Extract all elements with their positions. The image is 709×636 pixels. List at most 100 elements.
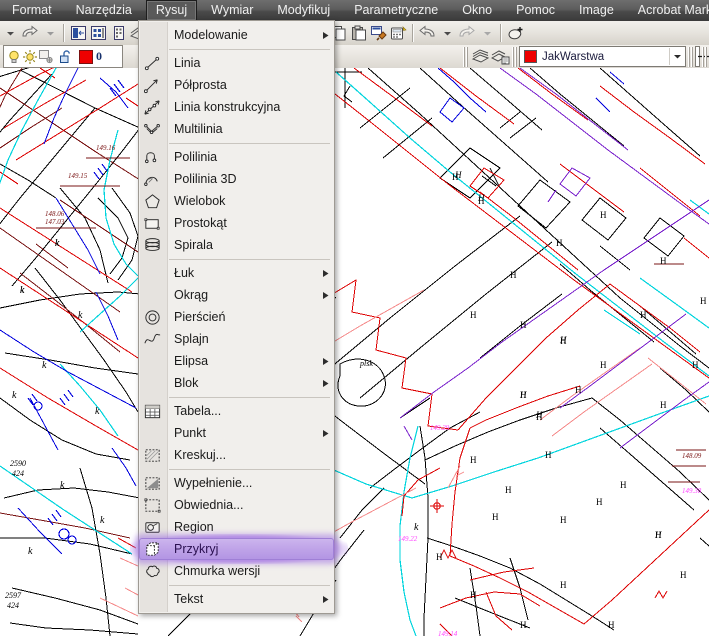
building-marker: H	[478, 196, 485, 206]
menubar-item-acrobat-markups[interactable]: Acrobat Markups	[628, 0, 709, 21]
no-icon	[139, 372, 166, 394]
building-marker: H	[680, 570, 687, 580]
redo2-icon[interactable]	[457, 23, 477, 43]
menu-item-polilinia-3d[interactable]: Polilinia 3D	[139, 168, 334, 190]
lightbulb-on-icon[interactable]	[6, 49, 22, 65]
menu-item-label: Wielobok	[174, 194, 226, 208]
menu-item-modelowanie[interactable]: Modelowanie	[139, 24, 334, 46]
building-marker: H	[556, 238, 563, 248]
menubar-item-modyfikuj[interactable]: Modyfikuj	[267, 0, 340, 21]
menubar-item-okno[interactable]: Okno	[452, 0, 502, 21]
menubar-item-narz-dzia[interactable]: Narzędzia	[66, 0, 142, 21]
menu-item-label: Punkt	[174, 426, 206, 440]
menu-item-blok[interactable]: Blok	[139, 372, 334, 394]
boundary-icon	[139, 494, 166, 516]
redo-arrow-dropdown-icon[interactable]	[477, 23, 497, 43]
undo-arrow-dropdown-icon[interactable]	[437, 23, 457, 43]
menu-item-pierścień[interactable]: Pierścień	[139, 306, 334, 328]
redo-dropdown-icon[interactable]	[40, 23, 60, 43]
menu-item-region[interactable]: Region	[139, 516, 334, 538]
drawing-canvas[interactable]: 149.15 148.06 147.03 149.16 k k H H H H H H 149.29 14…	[0, 68, 709, 636]
menu-item-chmurka-wersji[interactable]: Chmurka wersji	[139, 560, 334, 582]
layers-icon[interactable]	[470, 47, 490, 67]
layer-state-panel[interactable]: 0	[3, 45, 123, 68]
layer-properties-icon[interactable]	[68, 23, 88, 43]
survey-point-marker: k	[95, 406, 100, 417]
menu-item-spirala[interactable]: Spirala	[139, 234, 334, 256]
menu-item-łuk[interactable]: Łuk	[139, 262, 334, 284]
menubar-item-parametryczne[interactable]: Parametryczne	[344, 0, 448, 21]
layer-color-swatch[interactable]	[79, 49, 93, 64]
toolbar-grip-3[interactable]	[688, 46, 693, 67]
revcloud-icon	[139, 560, 166, 582]
menu-item-półprosta[interactable]: Półprosta	[139, 74, 334, 96]
layer-states-icon[interactable]	[108, 23, 128, 43]
toolbar-grip-4[interactable]	[702, 46, 707, 67]
menu-item-prostokąt[interactable]: Prostokąt	[139, 212, 334, 234]
rysuj-dropdown-menu[interactable]: Modelowanie Linia Półprosta Linia konstrukc…	[130, 20, 348, 614]
menu-item-linia[interactable]: Linia	[139, 52, 334, 74]
toolbar-grip-2[interactable]	[512, 46, 517, 67]
building-marker: H	[600, 210, 607, 220]
layer-manager-icon[interactable]	[88, 23, 108, 43]
menubar-item-image[interactable]: Image	[569, 0, 624, 21]
chevron-down-icon[interactable]	[669, 48, 685, 65]
menu-item-multilinia[interactable]: Multilinia	[139, 118, 334, 140]
building-marker: H	[575, 385, 582, 395]
menu-item-tabela[interactable]: Tabela...	[139, 400, 334, 422]
donut-icon	[139, 306, 166, 328]
menubar-item-rysuj[interactable]: Rysuj	[145, 0, 198, 22]
survey-point-marker: k	[100, 515, 105, 526]
submenu-arrow-icon	[318, 357, 334, 366]
undo-icon[interactable]	[417, 23, 437, 43]
menu-item-linia-konstrukcyjna[interactable]: Linia konstrukcyjna	[139, 96, 334, 118]
cad-drawing: 149.15 148.06147.03 149.16 k k H H H H H H 149.29 14…	[0, 68, 709, 636]
menu-item-okrąg[interactable]: Okrąg	[139, 284, 334, 306]
toolbar-grip[interactable]	[463, 46, 468, 67]
menu-item-wielobok[interactable]: Wielobok	[139, 190, 334, 212]
layer-color-combo[interactable]: JakWarstwa	[519, 46, 686, 67]
map-label: 147.03	[45, 218, 65, 226]
menu-item-kreskuj[interactable]: Kreskuj...	[139, 444, 334, 466]
menu-item-wypełnienie[interactable]: Wypełnienie...	[139, 472, 334, 494]
submenu-arrow-icon	[318, 291, 334, 300]
survey-point-marker: k	[78, 310, 83, 321]
undo-dropdown-icon[interactable]	[0, 23, 20, 43]
helix-icon	[139, 234, 166, 256]
redo-icon[interactable]	[20, 23, 40, 43]
menu-item-tekst[interactable]: Tekst	[139, 588, 334, 610]
menu-item-przykryj[interactable]: Przykryj	[139, 538, 334, 560]
menu-item-splajn[interactable]: Splajn	[139, 328, 334, 350]
lock-open-icon[interactable]	[58, 49, 74, 65]
menu-item-polilinia[interactable]: Polilinia	[139, 146, 334, 168]
canvas-annotations: 149.15 148.06147.03 149.16 k k H H H H H H 149.29 14…	[5, 144, 707, 636]
paste-icon[interactable]	[349, 23, 369, 43]
hatch-icon	[139, 444, 166, 466]
matchprop-icon[interactable]	[369, 23, 389, 43]
building-marker: H	[620, 480, 627, 490]
survey-point-marker: k	[414, 522, 419, 533]
menu-item-label: Polilinia	[174, 150, 218, 164]
building-marker: H	[520, 320, 527, 330]
menu-item-label: Chmurka wersji	[174, 564, 261, 578]
sun-freeze-icon[interactable]	[22, 49, 38, 65]
menubar-item-pomoc[interactable]: Pomoc	[506, 0, 565, 21]
map-label: 2597	[5, 591, 22, 600]
building-marker: H	[470, 590, 477, 600]
freeze-viewport-icon[interactable]	[38, 49, 54, 65]
submenu-arrow-icon	[318, 429, 334, 438]
table-icon	[139, 400, 166, 422]
menubar-item-format[interactable]: Format	[2, 0, 62, 21]
survey-point-marker: k	[28, 546, 33, 557]
menu-item-punkt[interactable]: Punkt	[139, 422, 334, 444]
building-marker: H	[510, 270, 517, 280]
quickcalc-icon[interactable]	[389, 23, 409, 43]
menu-item-label: Blok	[174, 376, 199, 390]
pan-icon[interactable]	[505, 23, 525, 43]
survey-point-marker: k	[55, 238, 60, 249]
linetype-combo[interactable]: CONTINUOUS	[695, 46, 709, 67]
menu-item-elipsa[interactable]: Elipsa	[139, 350, 334, 372]
menubar-item-wymiar[interactable]: Wymiar	[201, 0, 263, 21]
layer-states-icon[interactable]	[490, 47, 510, 67]
menu-item-obwiednia[interactable]: Obwiednia...	[139, 494, 334, 516]
